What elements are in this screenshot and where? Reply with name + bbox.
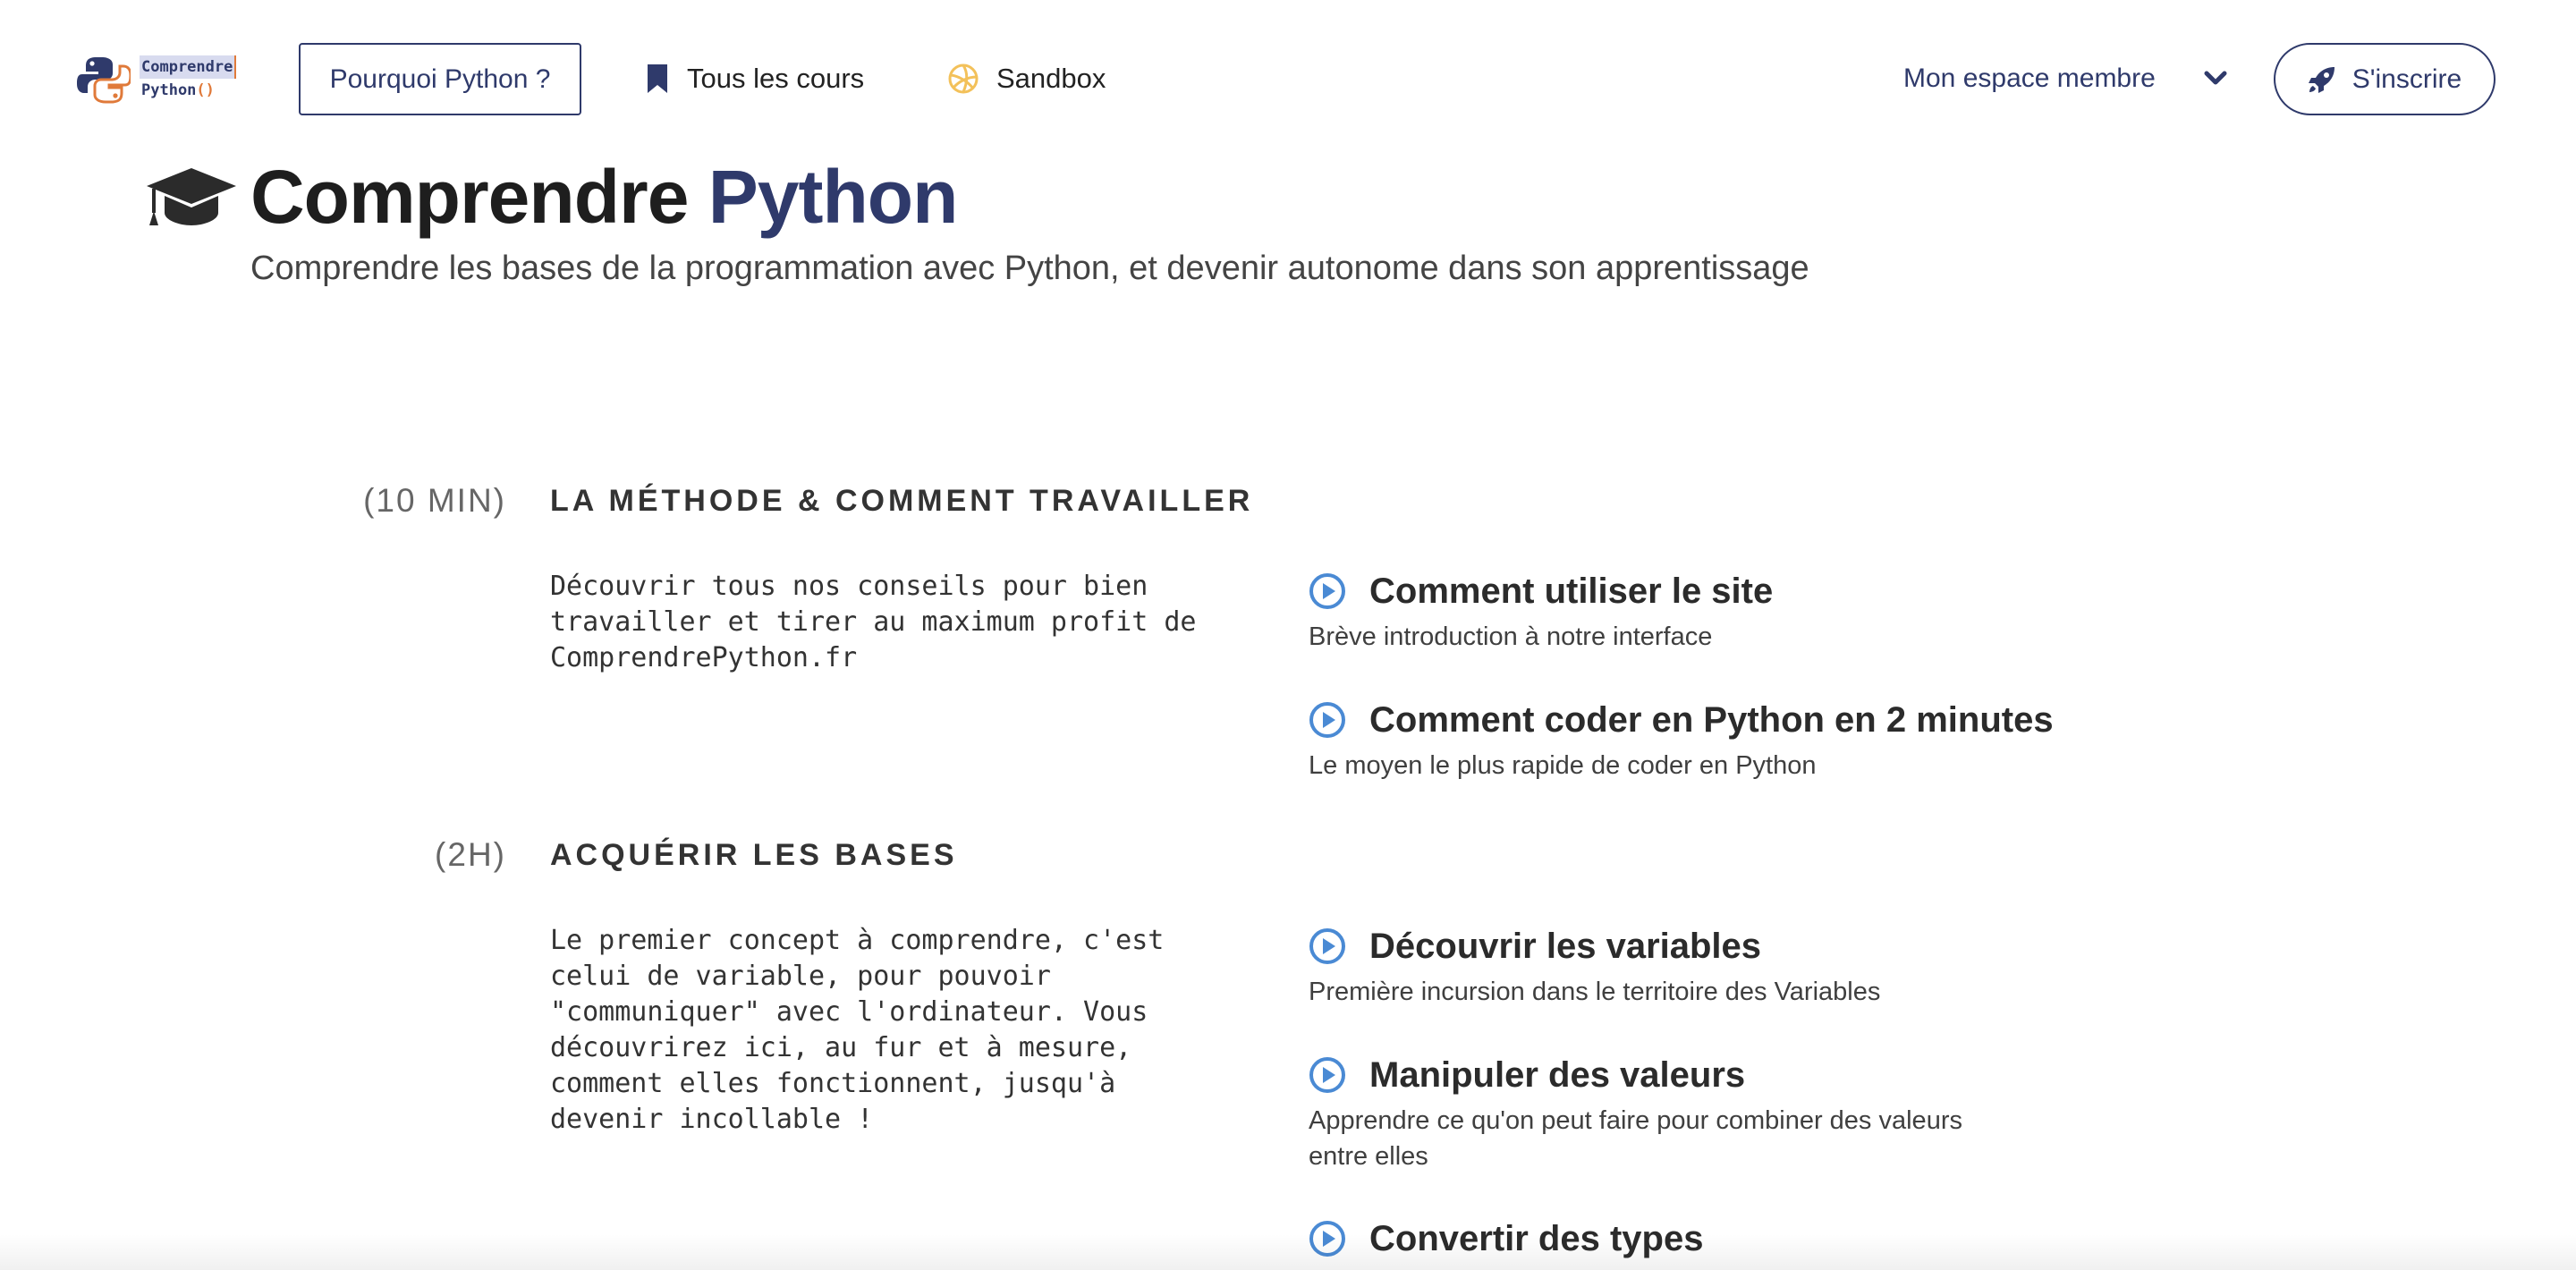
sandbox-link[interactable]: Sandbox <box>948 55 1106 102</box>
logo-text-line2: Python <box>141 81 197 99</box>
lesson-item[interactable]: Manipuler des valeurs Apprendre ce qu'on… <box>1309 1053 2006 1174</box>
sandbox-label: Sandbox <box>996 63 1106 94</box>
section-title: ACQUÉRIR LES BASES <box>550 838 958 872</box>
page-subtitle: Comprendre les bases de la programmation… <box>250 250 1809 287</box>
all-courses-label: Tous les cours <box>687 63 865 94</box>
top-navigation: Comprendre Python() Pourquoi Python ? To… <box>0 0 2576 157</box>
lesson-item[interactable]: Comment utiliser le site Brève introduct… <box>1309 569 2006 655</box>
section-duration: (10 MIN) <box>363 482 506 519</box>
lesson-title: Manipuler des valeurs <box>1369 1054 1746 1095</box>
bookmark-icon <box>648 64 667 93</box>
page-title-main: Comprendre <box>250 155 689 239</box>
signup-label: S'inscrire <box>2351 64 2462 94</box>
page-title: Comprendre Python <box>250 150 959 243</box>
lesson-title: Comment utiliser le site <box>1369 571 1774 611</box>
rocket-icon <box>2308 66 2334 93</box>
signup-button[interactable]: S'inscrire <box>2274 43 2496 115</box>
chevron-down-icon <box>2204 71 2227 85</box>
page-title-accent: Python <box>708 155 959 239</box>
bottom-fade <box>0 1234 2576 1270</box>
site-logo[interactable]: Comprendre Python() <box>77 52 256 109</box>
lesson-title: Découvrir les variables <box>1369 926 1762 966</box>
why-python-button[interactable]: Pourquoi Python ? <box>299 43 581 115</box>
play-circle-icon <box>1309 573 1345 609</box>
python-logo-icon <box>77 57 131 104</box>
section-title: LA MÉTHODE & COMMENT TRAVAILLER <box>550 484 1254 518</box>
member-space-dropdown[interactable]: Mon espace membre <box>1903 55 2227 102</box>
member-space-label: Mon espace membre <box>1903 64 2156 93</box>
play-circle-icon <box>1309 928 1345 964</box>
play-circle-icon <box>1309 1057 1345 1093</box>
lesson-subtitle: Le moyen le plus rapide de coder en Pyth… <box>1309 751 1817 780</box>
lesson-subtitle: Apprendre ce qu'on peut faire pour combi… <box>1309 1106 1962 1171</box>
all-courses-link[interactable]: Tous les cours <box>646 55 864 102</box>
lesson-item[interactable]: Comment coder en Python en 2 minutes Le … <box>1309 698 2054 783</box>
volleyball-icon <box>948 64 979 94</box>
lesson-item[interactable]: Découvrir les variables Première incursi… <box>1309 924 2006 1010</box>
section-duration: (2H) <box>435 836 506 873</box>
graduation-cap-icon <box>145 166 238 233</box>
why-python-label: Pourquoi Python ? <box>329 64 551 94</box>
lesson-subtitle: Première incursion dans le territoire de… <box>1309 978 1881 1006</box>
section-description: Découvrir tous nos conseils pour bien tr… <box>550 571 1197 673</box>
lesson-subtitle: Brève introduction à notre interface <box>1309 622 1713 651</box>
logo-text-line1: Comprendre <box>140 55 237 79</box>
lesson-title: Comment coder en Python en 2 minutes <box>1369 699 2054 740</box>
play-circle-icon <box>1309 702 1345 738</box>
section-description: Le premier concept à comprendre, c'est c… <box>550 925 1165 1135</box>
logo-text-paren: () <box>196 81 215 99</box>
